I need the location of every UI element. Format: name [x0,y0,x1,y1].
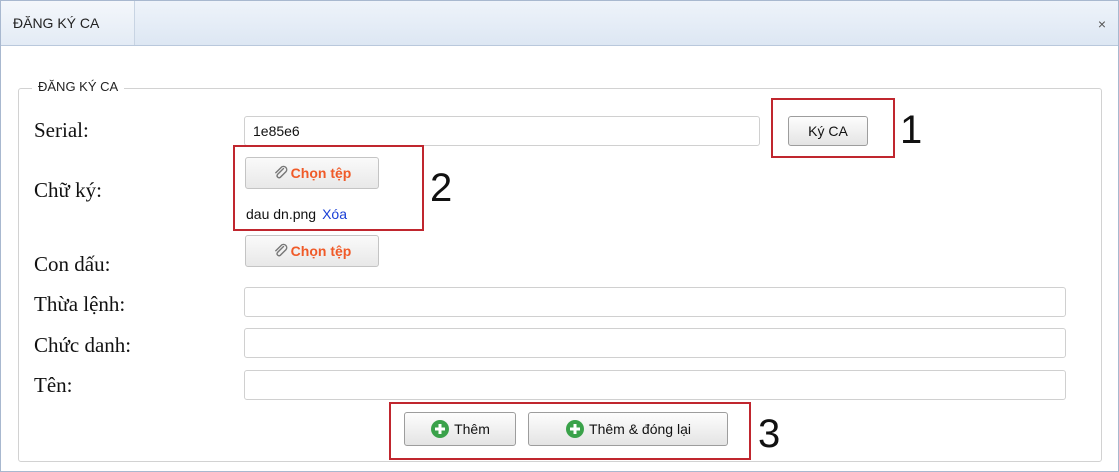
annotation-number-2: 2 [430,166,453,210]
annotation-number-3: 3 [758,412,781,456]
stamp-choose-file-label: Chọn tệp [290,243,352,259]
position-label: Chức danh: [34,333,132,357]
annotation-box-3 [389,402,751,460]
dialog-titlebar: ĐĂNG KÝ CA × [1,1,1118,46]
name-input[interactable] [244,370,1066,400]
annotation-number-1: 1 [900,108,923,152]
paperclip-icon [274,243,288,257]
stamp-label: Con dấu: [34,252,111,276]
annotation-box-1 [771,98,895,158]
dialog-title: ĐĂNG KÝ CA [1,1,135,45]
on-behalf-label: Thừa lệnh: [34,292,126,316]
on-behalf-input[interactable] [244,287,1066,317]
stamp-choose-file-button[interactable]: Chọn tệp [245,235,379,267]
signature-label: Chữ ký: [34,178,102,202]
serial-label: Serial: [34,118,89,142]
close-icon[interactable]: × [1092,15,1112,33]
name-label: Tên: [34,373,73,397]
position-input[interactable] [244,328,1066,358]
annotation-box-2 [233,145,424,231]
fieldset-legend: ĐĂNG KÝ CA [32,78,125,96]
serial-input[interactable]: 1e85e6 [244,116,760,146]
